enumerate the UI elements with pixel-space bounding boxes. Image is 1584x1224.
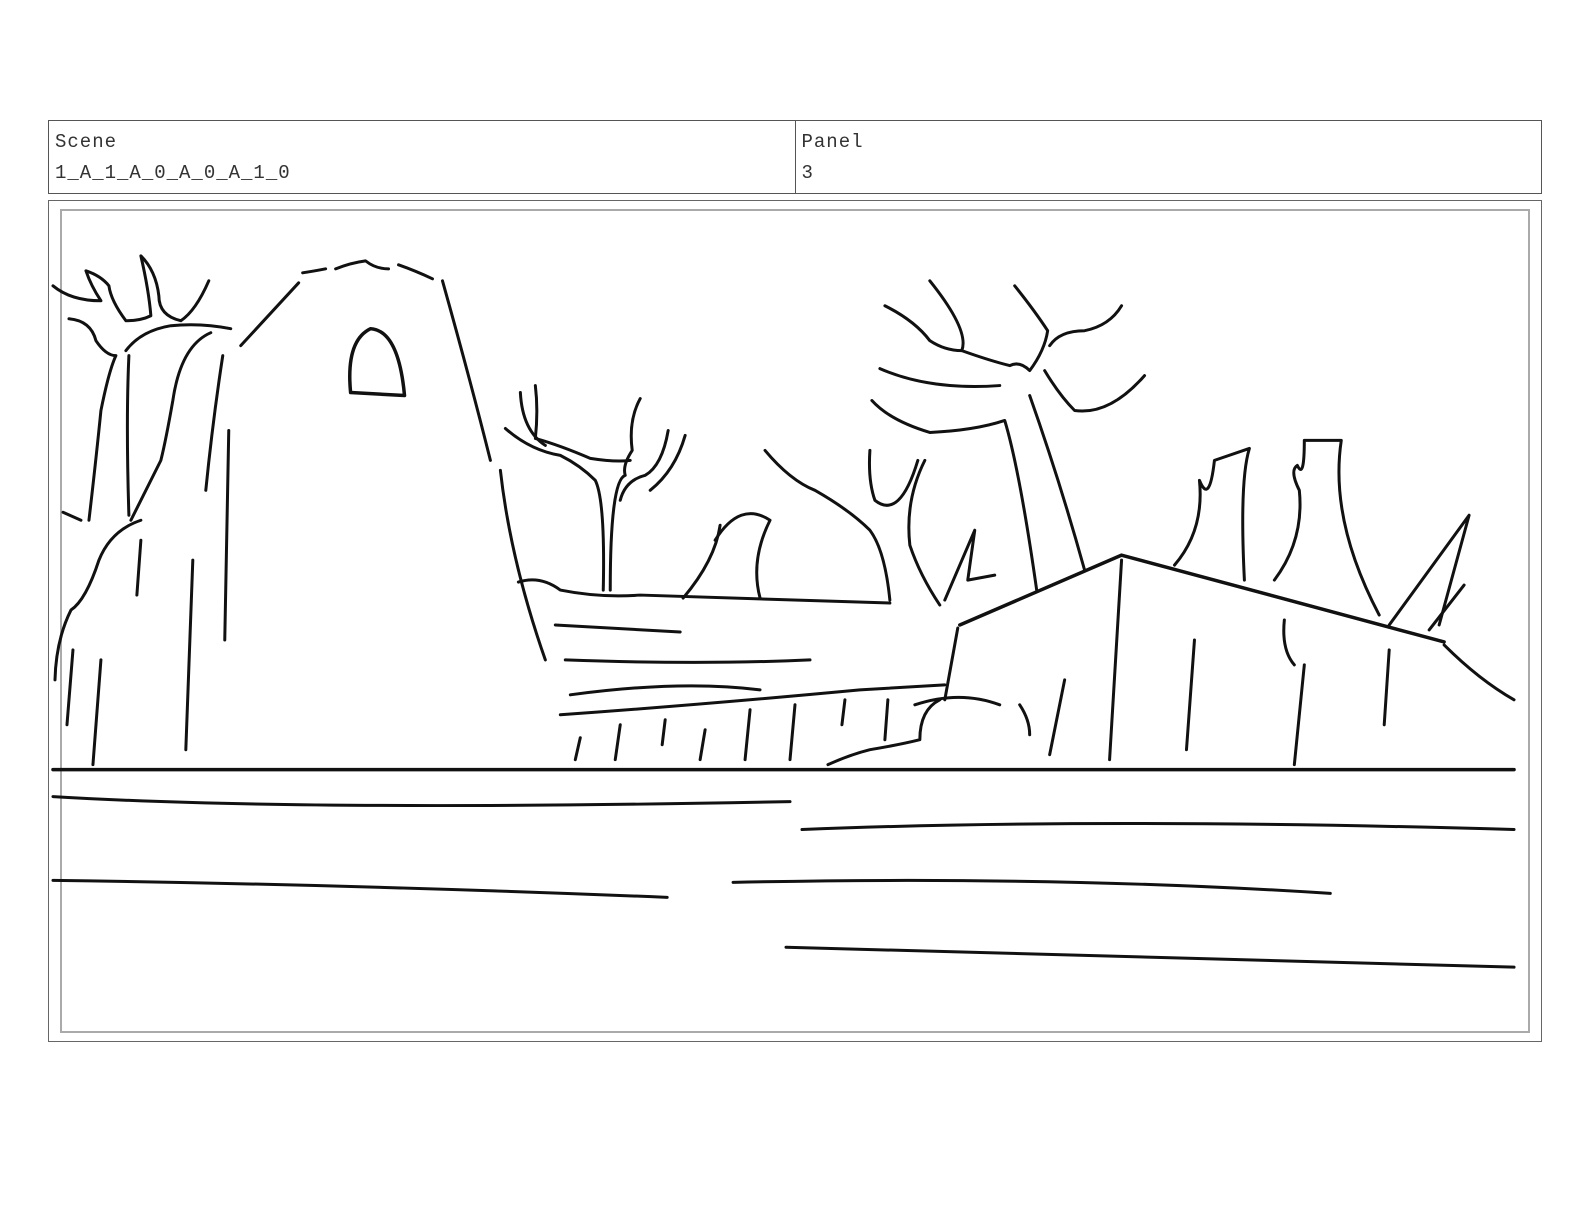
storyboard-header: Scene 1_A_1_A_0_A_0_A_1_0 Panel 3 [48, 120, 1542, 194]
right-block [826, 553, 1516, 767]
ground-stroke [784, 945, 1516, 969]
arched-window [348, 326, 407, 398]
ground-stroke [800, 822, 1516, 832]
ground-stroke [51, 795, 792, 808]
panel-cell: Panel 3 [794, 121, 1542, 193]
storyboard-panel-frame [48, 200, 1542, 1042]
branch-tree [763, 448, 997, 607]
scene-cell: Scene 1_A_1_A_0_A_0_A_1_0 [49, 121, 795, 193]
middle-tree [503, 384, 687, 592]
tall-tree [870, 279, 1147, 592]
scene-label: Scene [55, 131, 118, 153]
scene-value: 1_A_1_A_0_A_0_A_1_0 [55, 162, 291, 184]
sketch-drawing [51, 254, 1516, 969]
ground-stroke [51, 878, 669, 899]
panel-label: Panel [801, 131, 864, 153]
ground-stroke [731, 878, 1332, 895]
right-stumps [1172, 438, 1471, 632]
left-tree [51, 254, 233, 522]
panel-value: 3 [801, 162, 814, 184]
